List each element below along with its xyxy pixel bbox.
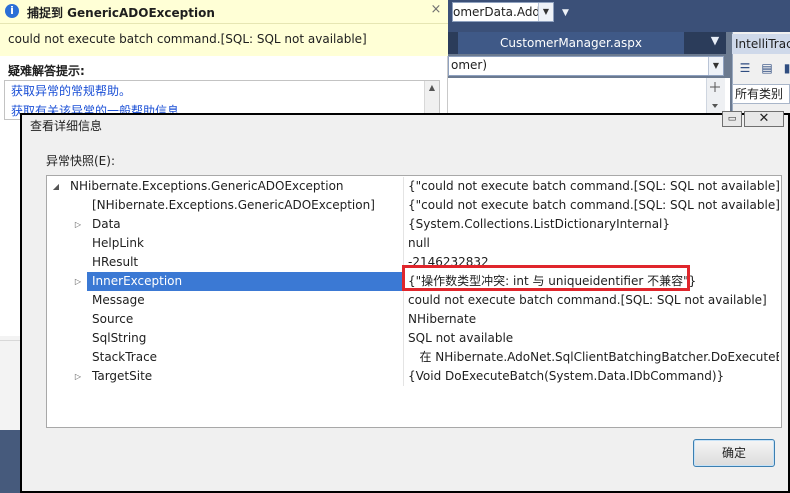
exception-snapshot-label: 异常快照(E): <box>46 154 115 168</box>
property-value: SQL not available <box>403 329 779 348</box>
intellitrace-title[interactable]: IntelliTrac <box>732 34 790 54</box>
maximize-icon[interactable]: ▭ <box>722 111 742 127</box>
tab-menu-icon[interactable]: ▼ <box>708 34 722 50</box>
property-name: StackTrace <box>92 350 158 364</box>
property-name: HResult <box>92 255 139 269</box>
tip-link[interactable]: 获取异常的常规帮助。 <box>11 82 131 99</box>
property-name: Source <box>92 312 134 326</box>
property-value: null <box>403 234 779 253</box>
dialog-titlebar[interactable]: 查看详细信息 <box>22 115 788 135</box>
chevron-down-icon[interactable]: ▼ <box>538 3 553 21</box>
collapse-icon[interactable]: ◢ <box>51 177 61 196</box>
tree-view-icon[interactable]: ▤ <box>760 61 774 75</box>
property-value: 在 NHibernate.AdoNet.SqlClientBatchingBat… <box>403 348 779 367</box>
property-name: NHibernate.Exceptions.GenericADOExceptio… <box>70 179 344 193</box>
close-icon[interactable]: × <box>430 3 442 17</box>
property-name: Data <box>92 217 121 231</box>
overflow-arrow-icon[interactable]: ▼ <box>562 8 574 22</box>
toolbar-more-icon[interactable]: ▮ <box>780 61 790 75</box>
document-combo[interactable]: omerData.AddCu ▼ <box>452 2 554 22</box>
exception-message: could not execute batch command.[SQL: SQ… <box>8 32 367 46</box>
property-value: {"could not execute batch command.[SQL: … <box>403 196 779 215</box>
intellitrace-toolbar: ☰ ▤ ▮ <box>734 58 790 78</box>
expand-icon[interactable]: ▷ <box>73 215 83 234</box>
tree-row[interactable]: ▷ TargetSite {Void DoExecuteBatch(System… <box>47 367 779 386</box>
exception-message-area: could not execute batch command.[SQL: SQ… <box>0 24 448 56</box>
property-name: TargetSite <box>92 369 153 383</box>
scroll-up-icon[interactable]: ▲ <box>425 81 439 95</box>
split-icon <box>710 82 720 108</box>
dialog-close-button[interactable]: ✕ <box>744 111 784 127</box>
property-name: HelpLink <box>92 236 144 250</box>
member-combo[interactable]: omer) ▼ <box>448 56 724 76</box>
member-combo-value: omer) <box>451 58 488 72</box>
property-name: SqlString <box>92 331 147 345</box>
dialog-title: 查看详细信息 <box>30 119 103 133</box>
chevron-down-icon[interactable]: ▼ <box>708 57 723 75</box>
expand-icon[interactable]: ▷ <box>73 367 83 386</box>
tree-row[interactable]: Message could not execute batch command.… <box>47 291 779 310</box>
tab-customermanager[interactable]: CustomerManager.aspx <box>458 32 684 54</box>
property-value: {System.Collections.ListDictionaryIntern… <box>403 215 779 234</box>
inner-exception-highlight <box>402 265 690 291</box>
tree-row[interactable]: SqlString SQL not available <box>47 329 779 348</box>
tree-row[interactable]: ◢ NHibernate.Exceptions.GenericADOExcept… <box>47 177 779 196</box>
exception-helper-titlebar: i 捕捉到 GenericADOException × <box>0 0 448 24</box>
property-name: InnerException <box>87 272 403 291</box>
troubleshooting-heading: 疑难解答提示: <box>8 64 85 78</box>
property-value: {"could not execute batch command.[SQL: … <box>403 177 779 196</box>
property-name: [NHibernate.Exceptions.GenericADOExcepti… <box>92 198 375 212</box>
ok-button[interactable]: 确定 <box>693 439 775 467</box>
tree-row[interactable]: ▷ Data {System.Collections.ListDictionar… <box>47 215 779 234</box>
tree-row[interactable]: [NHibernate.Exceptions.GenericADOExcepti… <box>47 196 779 215</box>
exception-title: 捕捉到 GenericADOException <box>27 6 215 20</box>
property-value: {Void DoExecuteBatch(System.Data.IDbComm… <box>403 367 779 386</box>
category-filter-combo[interactable]: 所有类别 <box>732 84 790 104</box>
tree-row[interactable]: HelpLink null <box>47 234 779 253</box>
expand-icon[interactable]: ▷ <box>73 272 83 291</box>
property-value: could not execute batch command.[SQL: SQ… <box>403 291 779 310</box>
tree-row[interactable]: StackTrace 在 NHibernate.AdoNet.SqlClient… <box>47 348 779 367</box>
property-name: Message <box>92 293 145 307</box>
list-view-icon[interactable]: ☰ <box>738 61 752 75</box>
property-value: NHibernate <box>403 310 779 329</box>
exception-snapshot-tree[interactable]: ◢ NHibernate.Exceptions.GenericADOExcept… <box>46 175 782 428</box>
tree-row[interactable]: Source NHibernate <box>47 310 779 329</box>
info-icon: i <box>5 4 19 18</box>
